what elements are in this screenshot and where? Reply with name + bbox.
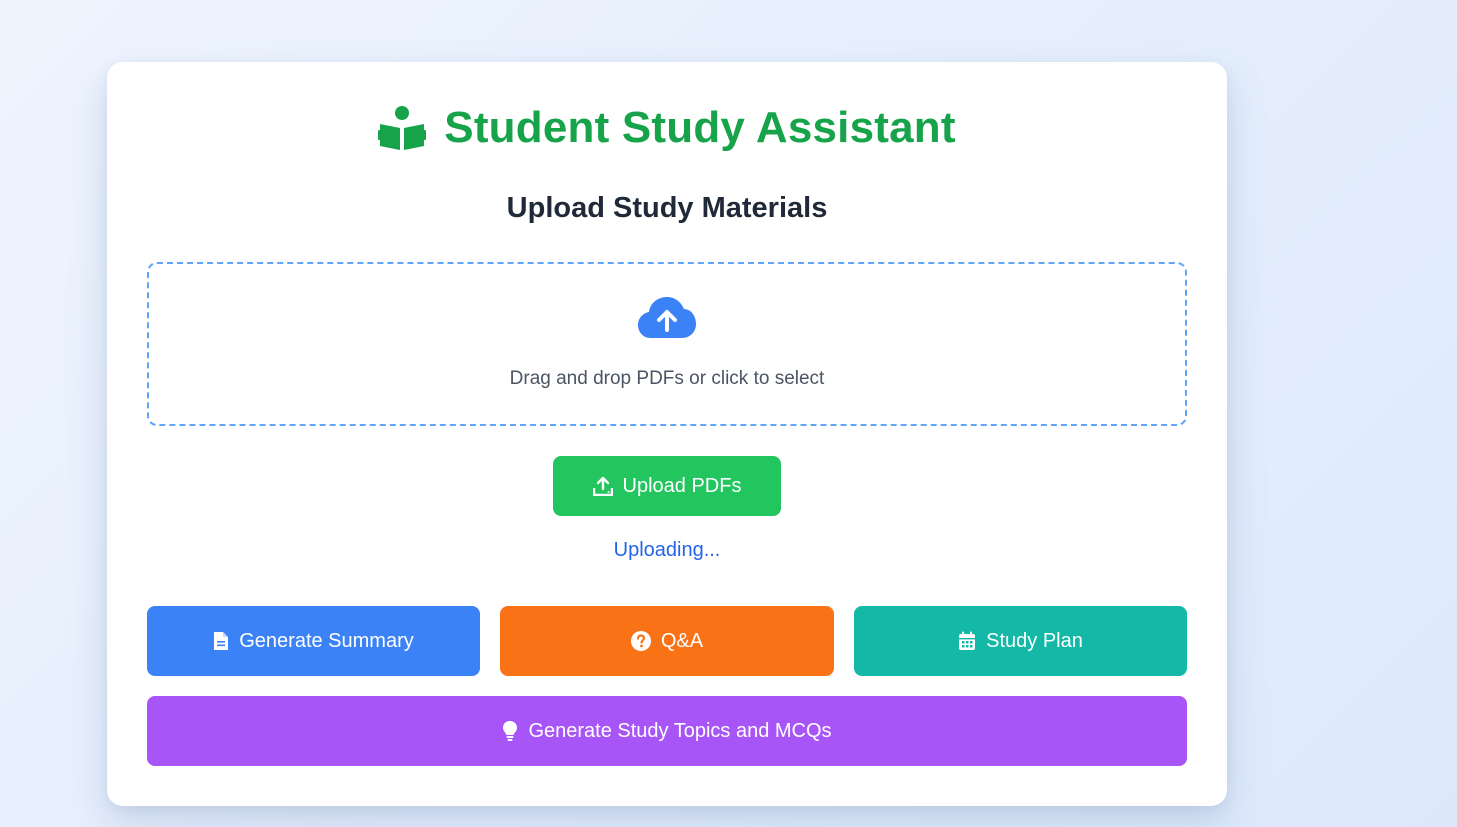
study-plan-label: Study Plan (986, 629, 1083, 652)
file-icon (213, 631, 229, 651)
section-heading: Upload Study Materials (506, 192, 828, 224)
question-circle-icon (630, 631, 651, 651)
upload-icon (592, 476, 613, 496)
generate-topics-mcqs-label: Generate Study Topics and MCQs (528, 719, 832, 742)
qa-button[interactable]: Q&A (500, 606, 834, 676)
qa-label: Q&A (660, 629, 704, 652)
dropzone-instructions: Drag and drop PDFs or click to select (509, 368, 825, 389)
upload-pdfs-button[interactable]: Upload PDFs (553, 456, 781, 516)
main-card: Student Study Assistant Upload Study Mat… (107, 62, 1227, 806)
lightbulb-icon (502, 720, 518, 742)
generate-summary-button[interactable]: Generate Summary (147, 606, 480, 676)
generate-topics-mcqs-button[interactable]: Generate Study Topics and MCQs (147, 696, 1187, 766)
app-header: Student Study Assistant (107, 100, 1227, 156)
upload-button-label: Upload PDFs (622, 474, 742, 497)
generate-summary-label: Generate Summary (239, 629, 414, 652)
upload-status: Uploading... (613, 539, 721, 561)
calendar-icon (958, 631, 976, 651)
book-reader-icon (378, 104, 427, 152)
cloud-upload-icon (637, 296, 697, 340)
app-title: Student Study Assistant (444, 103, 956, 152)
study-plan-button[interactable]: Study Plan (854, 606, 1187, 676)
file-dropzone[interactable]: Drag and drop PDFs or click to select (147, 262, 1187, 426)
